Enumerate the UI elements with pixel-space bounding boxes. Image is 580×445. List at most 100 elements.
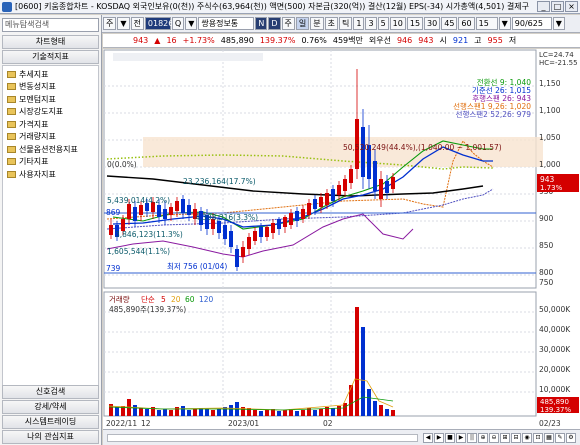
stop-button[interactable]: ■	[445, 432, 455, 443]
vol-legend-60: 60	[185, 295, 195, 304]
tree-item[interactable]: 모멘텀지표	[7, 93, 98, 106]
interval-3[interactable]: 3	[365, 17, 377, 30]
chart-scrollbar[interactable]	[107, 433, 418, 442]
interval-dropdown-icon[interactable]: ▼	[498, 17, 511, 30]
tree-item[interactable]: 시장강도지표	[7, 106, 98, 119]
date-tick: 12	[141, 419, 151, 428]
scroll-right-button[interactable]: ▶	[434, 432, 444, 443]
zoom-in-button[interactable]: ⊕	[478, 432, 488, 443]
stock-name-field[interactable]: 쌍용정보통	[198, 17, 255, 30]
chart-svg[interactable]: 50,520,249(44.4%),(1,040.00 ~ 1,001.57) …	[103, 49, 580, 429]
my-indicators-button[interactable]: 나의 관심지표	[2, 430, 99, 444]
fib-annotation-4: 3,846,123(11.3%)	[115, 230, 183, 239]
up-arrow-icon: ▲	[154, 36, 161, 45]
tree-item[interactable]: 사용자지표	[7, 168, 98, 181]
vol-legend-20: 20	[171, 295, 181, 304]
close-button[interactable]: ×	[565, 1, 578, 12]
date-tick: 2022/11	[106, 419, 137, 428]
current-price: 943	[133, 36, 149, 45]
interval-1[interactable]: 1	[353, 17, 365, 30]
expand-button[interactable]: ⊞	[500, 432, 510, 443]
volume-tick: 50,000K	[539, 305, 571, 314]
tab-week[interactable]: 주	[281, 17, 295, 30]
stock-code-input[interactable]: 018260	[144, 17, 178, 30]
vol-current-text: 485,890주(139.37%)	[109, 305, 186, 314]
lc-tag: LC=24.74	[539, 51, 574, 59]
period-select[interactable]: 주	[103, 17, 117, 30]
volume-tick: 10,000K	[539, 385, 571, 394]
frame-button[interactable]: ⊡	[533, 432, 543, 443]
price-tick: 850	[539, 241, 554, 250]
data-count-field[interactable]: 90/625	[511, 17, 552, 30]
tree-item[interactable]: 기타지표	[7, 156, 98, 169]
window-title: [0600] 키움종합차트 - KOSDAQ 외국인보유(0(천)) 주식수(6…	[15, 2, 529, 11]
target-button[interactable]: ◉	[522, 432, 532, 443]
foreign-label: 외우선	[368, 36, 391, 45]
current-price-tag-rate: 1.73%	[540, 184, 563, 192]
open-price: 921	[452, 36, 469, 45]
code-dropdown-icon[interactable]: ▼	[185, 17, 198, 30]
all-button[interactable]: 전	[130, 17, 144, 30]
interval-60[interactable]: 60	[458, 17, 475, 30]
tree-item[interactable]: 추세지표	[7, 68, 98, 81]
count-dropdown-icon[interactable]: ▼	[552, 17, 565, 30]
folder-icon	[7, 120, 16, 128]
folder-icon	[7, 158, 16, 166]
price-tick: 1,100	[539, 106, 561, 115]
scroll-left-button[interactable]: ◀	[423, 432, 433, 443]
vol-legend-120: 120	[199, 295, 214, 304]
system-trading-button[interactable]: 시스템트레이딩	[2, 415, 99, 429]
tab-day[interactable]: 일	[295, 17, 310, 30]
zoom-out-button[interactable]: ⊖	[489, 432, 499, 443]
interval-5[interactable]: 5	[377, 17, 389, 30]
fib-annotation-zero: 0(0.0%)	[107, 160, 137, 169]
d-button[interactable]: D	[268, 17, 281, 30]
interval-10[interactable]: 10	[389, 17, 406, 30]
low-annotation: 최저 756 (01/04)	[167, 261, 227, 271]
chart-area[interactable]: 50,520,249(44.4%),(1,040.00 ~ 1,001.57) …	[103, 49, 580, 429]
chart-form-button[interactable]: 차트형태	[2, 35, 99, 49]
search-icon[interactable]: Q	[171, 17, 185, 30]
fib-annotation-3: 5,439,014(4.2%)	[107, 196, 170, 205]
tree-item[interactable]: 변동성지표	[7, 81, 98, 94]
hc-tag: HC=-21.55	[539, 59, 578, 67]
tab-tick[interactable]: 틱	[339, 17, 353, 30]
tab-second[interactable]: 초	[324, 17, 339, 30]
pause-button[interactable]: ||	[467, 432, 477, 443]
interval-custom-field[interactable]: 15	[475, 17, 498, 30]
legend-span2: 선행스팬2 52,26: 979	[456, 109, 532, 119]
price-change: 16	[166, 36, 177, 45]
vol-legend-5: 5	[161, 295, 166, 304]
grid-button[interactable]: ▦	[544, 432, 554, 443]
volume-value: 485,890	[220, 36, 254, 45]
technical-indicators-header[interactable]: 기술적지표	[2, 50, 99, 64]
settings-button[interactable]: ⚙	[566, 432, 576, 443]
tree-item[interactable]: 가격지표	[7, 118, 98, 131]
minimize-button[interactable]: _	[537, 1, 550, 12]
interval-30[interactable]: 30	[424, 17, 441, 30]
interval-45[interactable]: 45	[441, 17, 458, 30]
tab-minute[interactable]: 분	[310, 17, 324, 30]
maximize-button[interactable]: □	[551, 1, 564, 12]
tree-item[interactable]: 선물옵션전용지표	[7, 143, 98, 156]
play-button[interactable]: ▶	[456, 432, 466, 443]
dropdown-arrow-icon[interactable]: ▼	[117, 17, 130, 30]
strength-button[interactable]: 강세/약세	[2, 400, 99, 414]
indicator-sidebar: 메뉴탐색검색 차트형태 기술적지표 추세지표 변동성지표 모멘텀지표 시장강도지…	[0, 15, 102, 445]
n-button[interactable]: N	[255, 17, 268, 30]
indicator-tree: 추세지표 변동성지표 모멘텀지표 시장강도지표 가격지표 거래량지표 선물옵션전…	[2, 65, 99, 387]
date-tick: 02	[323, 419, 333, 428]
fib-annotation-6: 1,605,544(1.1%)	[107, 247, 170, 256]
draw-button[interactable]: ✎	[555, 432, 565, 443]
signal-search-button[interactable]: 신호검색	[2, 385, 99, 399]
level-869-label: 869	[106, 208, 121, 217]
menu-search-input[interactable]: 메뉴탐색검색	[2, 18, 99, 32]
price-tick: 1,000	[539, 160, 561, 169]
tree-item[interactable]: 거래량지표	[7, 131, 98, 144]
volume-tag-ratio: 139.37%	[540, 406, 571, 414]
collapse-button[interactable]: ⊟	[511, 432, 521, 443]
volume-tag-value: 485,890	[540, 398, 569, 406]
interval-15[interactable]: 15	[406, 17, 424, 30]
volume-ratio: 139.37%	[259, 36, 296, 45]
folder-icon	[7, 145, 16, 153]
